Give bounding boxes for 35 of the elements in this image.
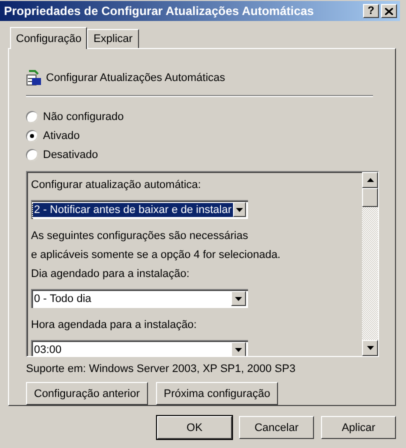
option-note: e aplicáveis somente se a opção 4 for selecionada. [31,248,282,263]
dialog-button[interactable]: Aplicar [321,416,396,439]
radio-button[interactable] [26,110,38,122]
nav-button[interactable]: Configuração anterior [26,382,148,405]
dropdown-arrow-icon [235,296,242,300]
scroll-thumb[interactable] [362,188,378,207]
close-button[interactable] [381,4,397,18]
dialog-button[interactable]: OK [157,416,232,439]
nav-button[interactable]: Próxima configuração [156,382,278,405]
support-text: Suporte em: Windows Server 2003, XP SP1, 2000 SP3 [26,362,296,377]
scroll-down-icon [366,346,374,350]
close-icon [385,8,393,14]
window-title: Propriedades de Configurar Atualizações Automáticas [4,4,315,18]
dropdown-field[interactable]: 03:00 [31,340,248,356]
dropdown-arrow-icon [236,208,243,212]
radio-label[interactable]: Desativado [43,148,98,160]
radio-label[interactable]: Ativado [43,130,80,142]
tab[interactable]: Configuração [10,27,88,49]
tab[interactable]: Explicar [87,29,139,48]
option-label: Hora agendada para a instalação: [31,318,198,333]
scrollbar[interactable] [362,172,378,356]
option-note: As seguintes configurações são necessárias [31,229,250,244]
help-button[interactable]: ? [363,4,379,18]
radio-button[interactable] [26,130,38,142]
dropdown-field[interactable]: 0 - Todo dia [31,289,248,308]
radio-button[interactable] [26,148,38,160]
radio-label[interactable]: Não configurado [43,110,124,122]
policy-icon [26,70,42,86]
option-label: Configurar atualização automática: [31,178,202,193]
dialog-button[interactable]: Cancelar [239,416,314,439]
policy-title: Configurar Atualizações Automáticas [46,72,226,84]
scroll-up-icon [366,178,374,182]
dropdown-arrow-icon [235,348,242,352]
dropdown-field[interactable]: 2 - Notificar antes de baixar e de instalar [31,200,248,219]
option-label: Dia agendado para a instalação: [31,267,190,282]
